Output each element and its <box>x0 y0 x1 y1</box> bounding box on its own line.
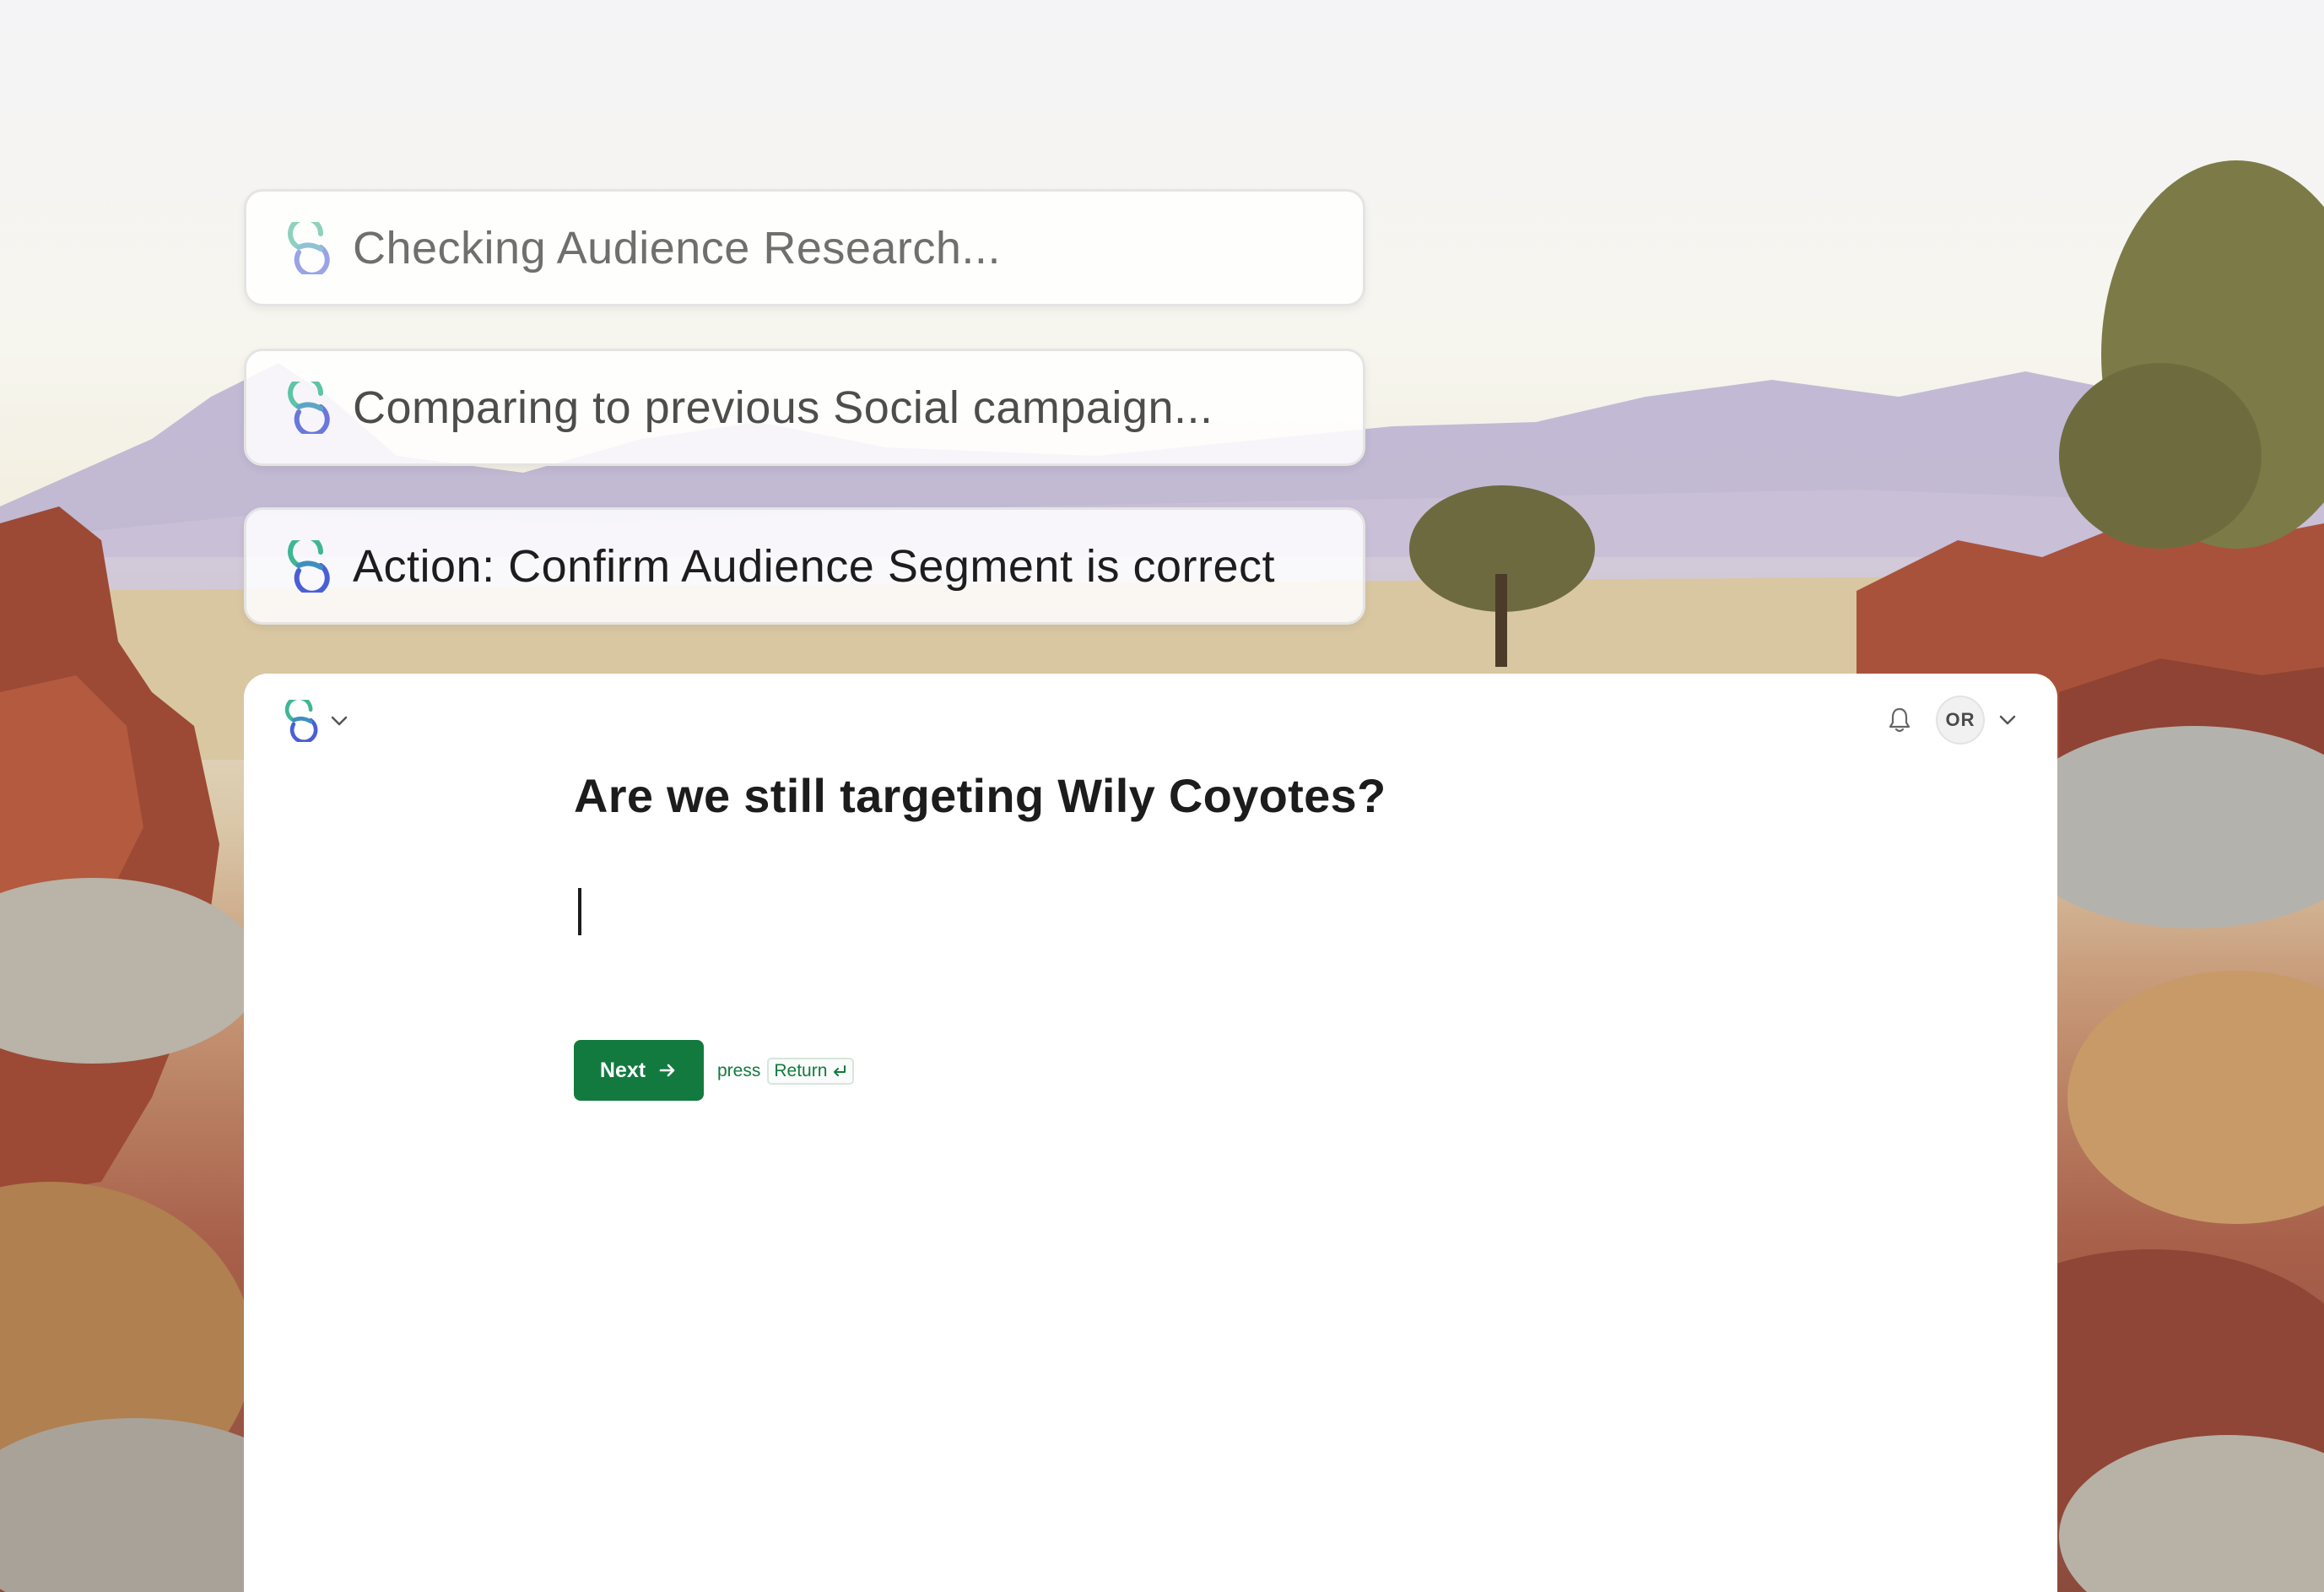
status-card-checking-research: Checking Audience Research... <box>244 189 1365 306</box>
status-card-action-confirm: Action: Confirm Audience Segment is corr… <box>244 507 1365 625</box>
arrow-right-icon <box>659 1064 675 1077</box>
brand-logo-icon <box>288 221 330 274</box>
avatar-initials: OR <box>1945 709 1975 730</box>
status-text: Action: Confirm Audience Segment is corr… <box>353 540 1275 592</box>
answer-input[interactable] <box>574 876 1755 961</box>
keyboard-hint: press Return <box>717 1056 855 1086</box>
next-button-label: Next <box>599 1058 646 1082</box>
brand-logo-icon <box>288 539 330 593</box>
next-button[interactable]: Next <box>574 1040 704 1101</box>
brand-logo-icon <box>284 700 318 742</box>
chevron-down-icon[interactable] <box>1998 714 2017 726</box>
avatar[interactable]: OR <box>1936 696 1985 745</box>
return-key-badge: Return <box>767 1058 855 1085</box>
status-card-comparing-campaign: Comparing to previous Social campaign... <box>244 349 1365 466</box>
status-text: Comparing to previous Social campaign... <box>353 382 1213 433</box>
status-text: Checking Audience Research... <box>353 222 1001 273</box>
hint-key-label: Return <box>774 1061 828 1080</box>
chevron-down-icon <box>331 716 348 726</box>
question-title: Are we still targeting Wily Coyotes? <box>574 769 1386 822</box>
bell-icon[interactable] <box>1887 706 1912 734</box>
workspace-menu-button[interactable] <box>284 697 349 745</box>
return-key-icon <box>834 1065 846 1076</box>
user-area: OR <box>1887 694 2017 746</box>
brand-logo-icon <box>288 381 330 434</box>
text-caret <box>578 888 581 935</box>
question-panel: OR Are we still targeting Wily Coyotes? … <box>244 674 2057 1592</box>
hint-prefix: press <box>717 1061 761 1080</box>
